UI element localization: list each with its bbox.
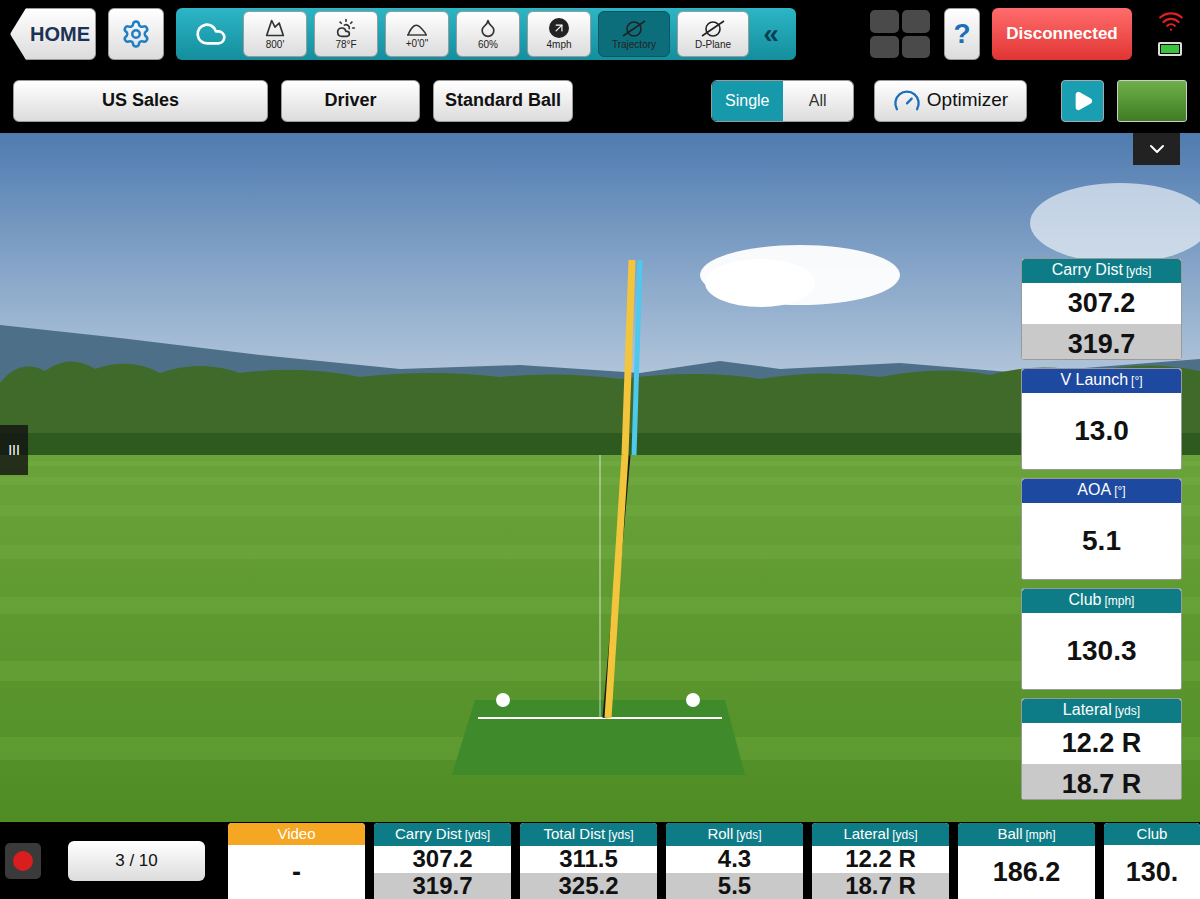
stat-value: 4.3 <box>666 846 803 873</box>
stat-value: 319.7 <box>374 873 511 899</box>
tile-header: Lateral[yds] <box>1022 699 1181 723</box>
play-icon <box>1072 90 1094 112</box>
stat-tile[interactable]: Roll[yds]4.35.5 <box>666 823 803 899</box>
stat-tile[interactable]: Total Dist[yds]311.5325.2 <box>520 823 657 899</box>
condition-button[interactable]: 60% <box>456 11 520 57</box>
stat-tile[interactable]: Ball[mph]186.2 <box>958 823 1095 899</box>
help-button[interactable]: ? <box>944 8 980 60</box>
metric-value: 18.7 R <box>1022 764 1181 801</box>
gauge-icon <box>893 87 921 115</box>
selector-button[interactable]: Driver <box>281 80 420 122</box>
temperature-icon <box>336 18 356 38</box>
weather-icon[interactable] <box>195 18 227 50</box>
tile-header: AOA[°] <box>1022 479 1181 503</box>
record-button[interactable] <box>5 843 41 879</box>
metric-value: 12.2 R <box>1022 723 1181 764</box>
humidity-icon <box>478 18 498 38</box>
collapse-button[interactable]: « <box>756 20 786 48</box>
mode-toggle: SingleAll <box>711 80 854 122</box>
target-icon <box>700 18 726 38</box>
mode-option[interactable]: All <box>783 81 854 121</box>
slope-icon <box>406 19 428 37</box>
tile-header: Lateral[yds] <box>812 823 949 846</box>
conditions-toolbar: 800'78°F+0'0"60%4mphTrajectoryD-Plane« <box>176 8 796 60</box>
target-icon <box>621 18 647 38</box>
tile-header: Video <box>228 823 365 845</box>
tile-header: Roll[yds] <box>666 823 803 846</box>
condition-button[interactable]: +0'0" <box>385 11 449 57</box>
view-button[interactable]: D-Plane <box>677 11 749 57</box>
metric-value: 319.7 <box>1022 324 1181 361</box>
stat-value: 325.2 <box>520 873 657 899</box>
record-icon <box>13 851 33 871</box>
dropdown-button[interactable] <box>1133 133 1180 165</box>
settings-button[interactable] <box>108 8 164 60</box>
tile-header: V Launch[°] <box>1022 369 1181 393</box>
wifi-icon <box>1158 8 1184 34</box>
range-scene <box>0 133 1200 822</box>
app: HOME 800'78°F+0'0"60%4mphTrajectoryD-Plan… <box>0 0 1200 899</box>
condition-button[interactable]: 78°F <box>314 11 378 57</box>
stat-tile[interactable]: Video- <box>228 823 365 899</box>
tile-header: Carry Dist[yds] <box>374 823 511 846</box>
metric-card[interactable]: Club[mph]130.3 <box>1021 588 1182 690</box>
metric-card[interactable]: Carry Dist[yds]307.2319.7 <box>1021 258 1182 360</box>
trajectory-line <box>608 260 632 718</box>
top-bar: HOME 800'78°F+0'0"60%4mphTrajectoryD-Plan… <box>0 0 1200 68</box>
range-view: IIICarry Dist[yds]307.2319.7V Launch[°]1… <box>0 133 1200 822</box>
stat-value: 130. <box>1104 845 1200 899</box>
connection-status[interactable]: Disconnected <box>992 8 1132 60</box>
selector-button[interactable]: US Sales <box>13 80 268 122</box>
altitude-icon <box>265 18 285 38</box>
stat-value: 186.2 <box>958 846 1095 899</box>
selector-bar: US Sales Driver Standard Ball SingleAll Opti… <box>0 68 1200 133</box>
condition-button[interactable]: 800' <box>243 11 307 57</box>
trajectory-line <box>634 260 640 455</box>
metric-cards: Carry Dist[yds]307.2319.7V Launch[°]13.0… <box>1021 258 1182 800</box>
mode-option[interactable]: Single <box>712 81 783 121</box>
layout-button[interactable] <box>868 8 932 60</box>
stat-tile[interactable]: Lateral[yds]12.2 R18.7 R <box>812 823 949 899</box>
tile-header: Club[mph] <box>1022 589 1181 613</box>
tile-header: Carry Dist[yds] <box>1022 259 1181 283</box>
stat-value: 307.2 <box>374 846 511 873</box>
metric-value: 13.0 <box>1022 393 1181 469</box>
stat-value: 5.5 <box>666 873 803 899</box>
selector-button[interactable]: Standard Ball <box>433 80 573 122</box>
battery-icon <box>1158 42 1182 56</box>
wind-icon <box>549 18 569 38</box>
stat-tile[interactable]: Carry Dist[yds]307.2319.7 <box>374 823 511 899</box>
view-button[interactable]: Trajectory <box>598 11 670 57</box>
tile-header: Total Dist[yds] <box>520 823 657 846</box>
optimizer-button[interactable]: Optimizer <box>874 80 1027 122</box>
stat-tile[interactable]: Club130. <box>1104 823 1200 899</box>
condition-button[interactable]: 4mph <box>527 11 591 57</box>
home-button[interactable]: HOME <box>10 8 96 60</box>
tile-header: Ball[mph] <box>958 823 1095 846</box>
metric-value: 130.3 <box>1022 613 1181 689</box>
metric-value: 307.2 <box>1022 283 1181 324</box>
stat-value: 12.2 R <box>812 846 949 873</box>
metric-value: 5.1 <box>1022 503 1181 579</box>
metric-card[interactable]: V Launch[°]13.0 <box>1021 368 1182 470</box>
range-thumbnail[interactable] <box>1117 80 1187 122</box>
panel-handle[interactable]: III <box>0 425 28 475</box>
gear-icon <box>121 19 151 49</box>
tile-header: Club <box>1104 823 1200 845</box>
stat-value: 18.7 R <box>812 873 949 899</box>
metric-card[interactable]: AOA[°]5.1 <box>1021 478 1182 580</box>
metric-card[interactable]: Lateral[yds]12.2 R18.7 R <box>1021 698 1182 800</box>
shot-counter[interactable]: 3 / 10 <box>68 841 205 881</box>
stat-value: 311.5 <box>520 846 657 873</box>
stat-value: - <box>228 845 365 899</box>
chevron-down-icon <box>1145 137 1169 161</box>
bottom-bar: 3 / 10Video-Carry Dist[yds]307.2319.7Tot… <box>0 822 1200 899</box>
play-button[interactable] <box>1061 80 1104 122</box>
